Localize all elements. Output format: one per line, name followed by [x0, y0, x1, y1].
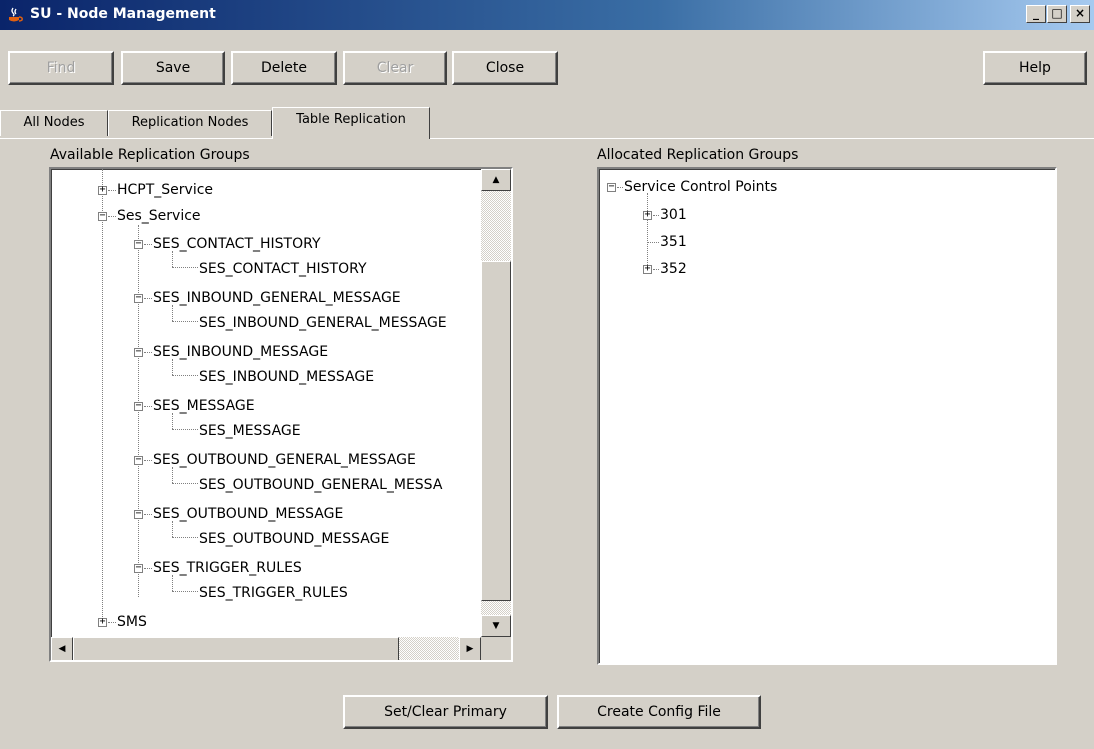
delete-button[interactable]: Delete	[231, 51, 337, 85]
tree-node-ses-service[interactable]: Ses_Service	[117, 203, 201, 229]
tree-node-group[interactable]: SES_INBOUND_MESSAGE	[153, 339, 328, 365]
tree-node-table[interactable]: SES_INBOUND_GENERAL_MESSAGE	[171, 310, 447, 336]
tree-line	[647, 193, 648, 267]
save-button[interactable]: Save	[121, 51, 225, 85]
maximize-button[interactable]: □	[1047, 5, 1067, 23]
horizontal-scrollbar[interactable]: ◀ ▶	[51, 637, 481, 660]
tree-node-table[interactable]: SES_MESSAGE	[171, 418, 301, 444]
tree-node-table[interactable]: SES_OUTBOUND_GENERAL_MESSA	[171, 472, 442, 498]
tree-line	[108, 216, 116, 217]
collapse-icon[interactable]: −	[607, 182, 616, 192]
collapse-icon[interactable]: −	[134, 455, 143, 465]
collapse-icon[interactable]: −	[134, 509, 143, 519]
tree-node-table[interactable]: SES_OUTBOUND_MESSAGE	[171, 526, 389, 552]
tab-table-replication[interactable]: Table Replication	[272, 107, 430, 139]
tab-replication-nodes[interactable]: Replication Nodes	[108, 110, 272, 136]
collapse-icon[interactable]: −	[134, 293, 143, 303]
node-management-window: SU - Node Management _ □ × Find Save Del…	[0, 0, 1094, 749]
collapse-icon[interactable]: −	[134, 347, 143, 357]
allocated-groups-tree[interactable]: − Service Control Points + 301 351 + 352	[597, 167, 1057, 665]
clear-button[interactable]: Clear	[343, 51, 447, 85]
allocated-groups-label: Allocated Replication Groups	[597, 147, 799, 163]
tree-line	[144, 298, 152, 299]
tree-node-table[interactable]: SES_TRIGGER_RULES	[171, 580, 348, 606]
expand-icon[interactable]: +	[98, 617, 107, 627]
tree-node-group[interactable]: SES_OUTBOUND_MESSAGE	[153, 501, 343, 527]
tree-node-table[interactable]: SES_INBOUND_MESSAGE	[171, 364, 374, 390]
tree-node-352[interactable]: 352	[660, 256, 687, 282]
scroll-up-arrow[interactable]: ▲	[481, 169, 511, 191]
tree-line	[138, 225, 139, 597]
tree-node-group[interactable]: SES_MESSAGE	[153, 393, 255, 419]
expand-icon[interactable]: +	[643, 264, 652, 274]
tree-line	[647, 242, 659, 243]
scroll-left-arrow[interactable]: ◀	[51, 637, 73, 660]
tree-node-table-label: SES_CONTACT_HISTORY	[199, 261, 367, 277]
create-config-file-button[interactable]: Create Config File	[557, 695, 761, 729]
tree-node-table-label: SES_OUTBOUND_MESSAGE	[199, 531, 390, 547]
tree-node-table-label: SES_MESSAGE	[199, 423, 301, 439]
tree-node-table-label: SES_TRIGGER_RULES	[199, 585, 348, 601]
tree-node-table-label: SES_OUTBOUND_GENERAL_MESSA	[199, 477, 443, 493]
tree-node-service-control-points[interactable]: Service Control Points	[624, 174, 777, 200]
tree-node-table-label: SES_INBOUND_GENERAL_MESSAGE	[199, 315, 447, 331]
window-title: SU - Node Management	[30, 6, 216, 22]
close-window-button[interactable]: ×	[1070, 5, 1090, 23]
scroll-corner	[481, 637, 511, 660]
available-groups-tree[interactable]: + HCPT_Service − Ses_Service − SES_CONTA…	[49, 167, 513, 662]
tree-line	[144, 244, 152, 245]
collapse-icon[interactable]: −	[134, 401, 143, 411]
collapse-icon[interactable]: −	[134, 563, 143, 573]
tree-node-351[interactable]: 351	[660, 229, 687, 255]
java-cup-icon	[9, 7, 23, 22]
scroll-thumb[interactable]	[481, 261, 511, 601]
tree-line	[144, 352, 152, 353]
minimize-button[interactable]: _	[1026, 5, 1046, 23]
scroll-down-arrow[interactable]: ▼	[481, 615, 511, 637]
expand-icon[interactable]: +	[643, 210, 652, 220]
tree-line	[653, 269, 659, 270]
help-button[interactable]: Help	[983, 51, 1087, 85]
tree-node-table-label: SES_INBOUND_MESSAGE	[199, 369, 375, 385]
scroll-right-arrow[interactable]: ▶	[459, 637, 481, 660]
vertical-scrollbar[interactable]: ▲ ▼	[481, 169, 511, 637]
tree-line	[144, 514, 152, 515]
tree-line	[102, 169, 103, 619]
tab-all-nodes[interactable]: All Nodes	[0, 110, 108, 136]
expand-icon[interactable]: +	[98, 185, 107, 195]
close-button[interactable]: Close	[452, 51, 558, 85]
set-clear-primary-button[interactable]: Set/Clear Primary	[343, 695, 548, 729]
tree-line	[617, 187, 623, 188]
tree-node-301[interactable]: 301	[660, 202, 687, 228]
tree-node-group[interactable]: SES_TRIGGER_RULES	[153, 555, 302, 581]
tree-node-group[interactable]: SES_CONTACT_HISTORY	[153, 231, 321, 257]
tree-node-group[interactable]: SES_OUTBOUND_GENERAL_MESSAGE	[153, 447, 416, 473]
tree-node-table[interactable]: SES_CONTACT_HISTORY	[171, 256, 367, 282]
collapse-icon[interactable]: −	[134, 239, 143, 249]
tree-line	[108, 622, 116, 623]
tree-node-hcpt-service[interactable]: HCPT_Service	[117, 177, 213, 203]
tree-line	[108, 190, 116, 191]
tree-node-sms[interactable]: SMS	[117, 609, 147, 635]
available-groups-label: Available Replication Groups	[50, 147, 250, 163]
title-bar[interactable]: SU - Node Management _ □ ×	[0, 0, 1094, 30]
tree-node-group[interactable]: SES_INBOUND_GENERAL_MESSAGE	[153, 285, 401, 311]
collapse-icon[interactable]: −	[98, 211, 107, 221]
tree-line	[144, 568, 152, 569]
find-button[interactable]: Find	[8, 51, 114, 85]
scroll-thumb[interactable]	[73, 637, 399, 660]
tree-line	[653, 215, 659, 216]
tree-line	[144, 460, 152, 461]
tree-line	[144, 406, 152, 407]
